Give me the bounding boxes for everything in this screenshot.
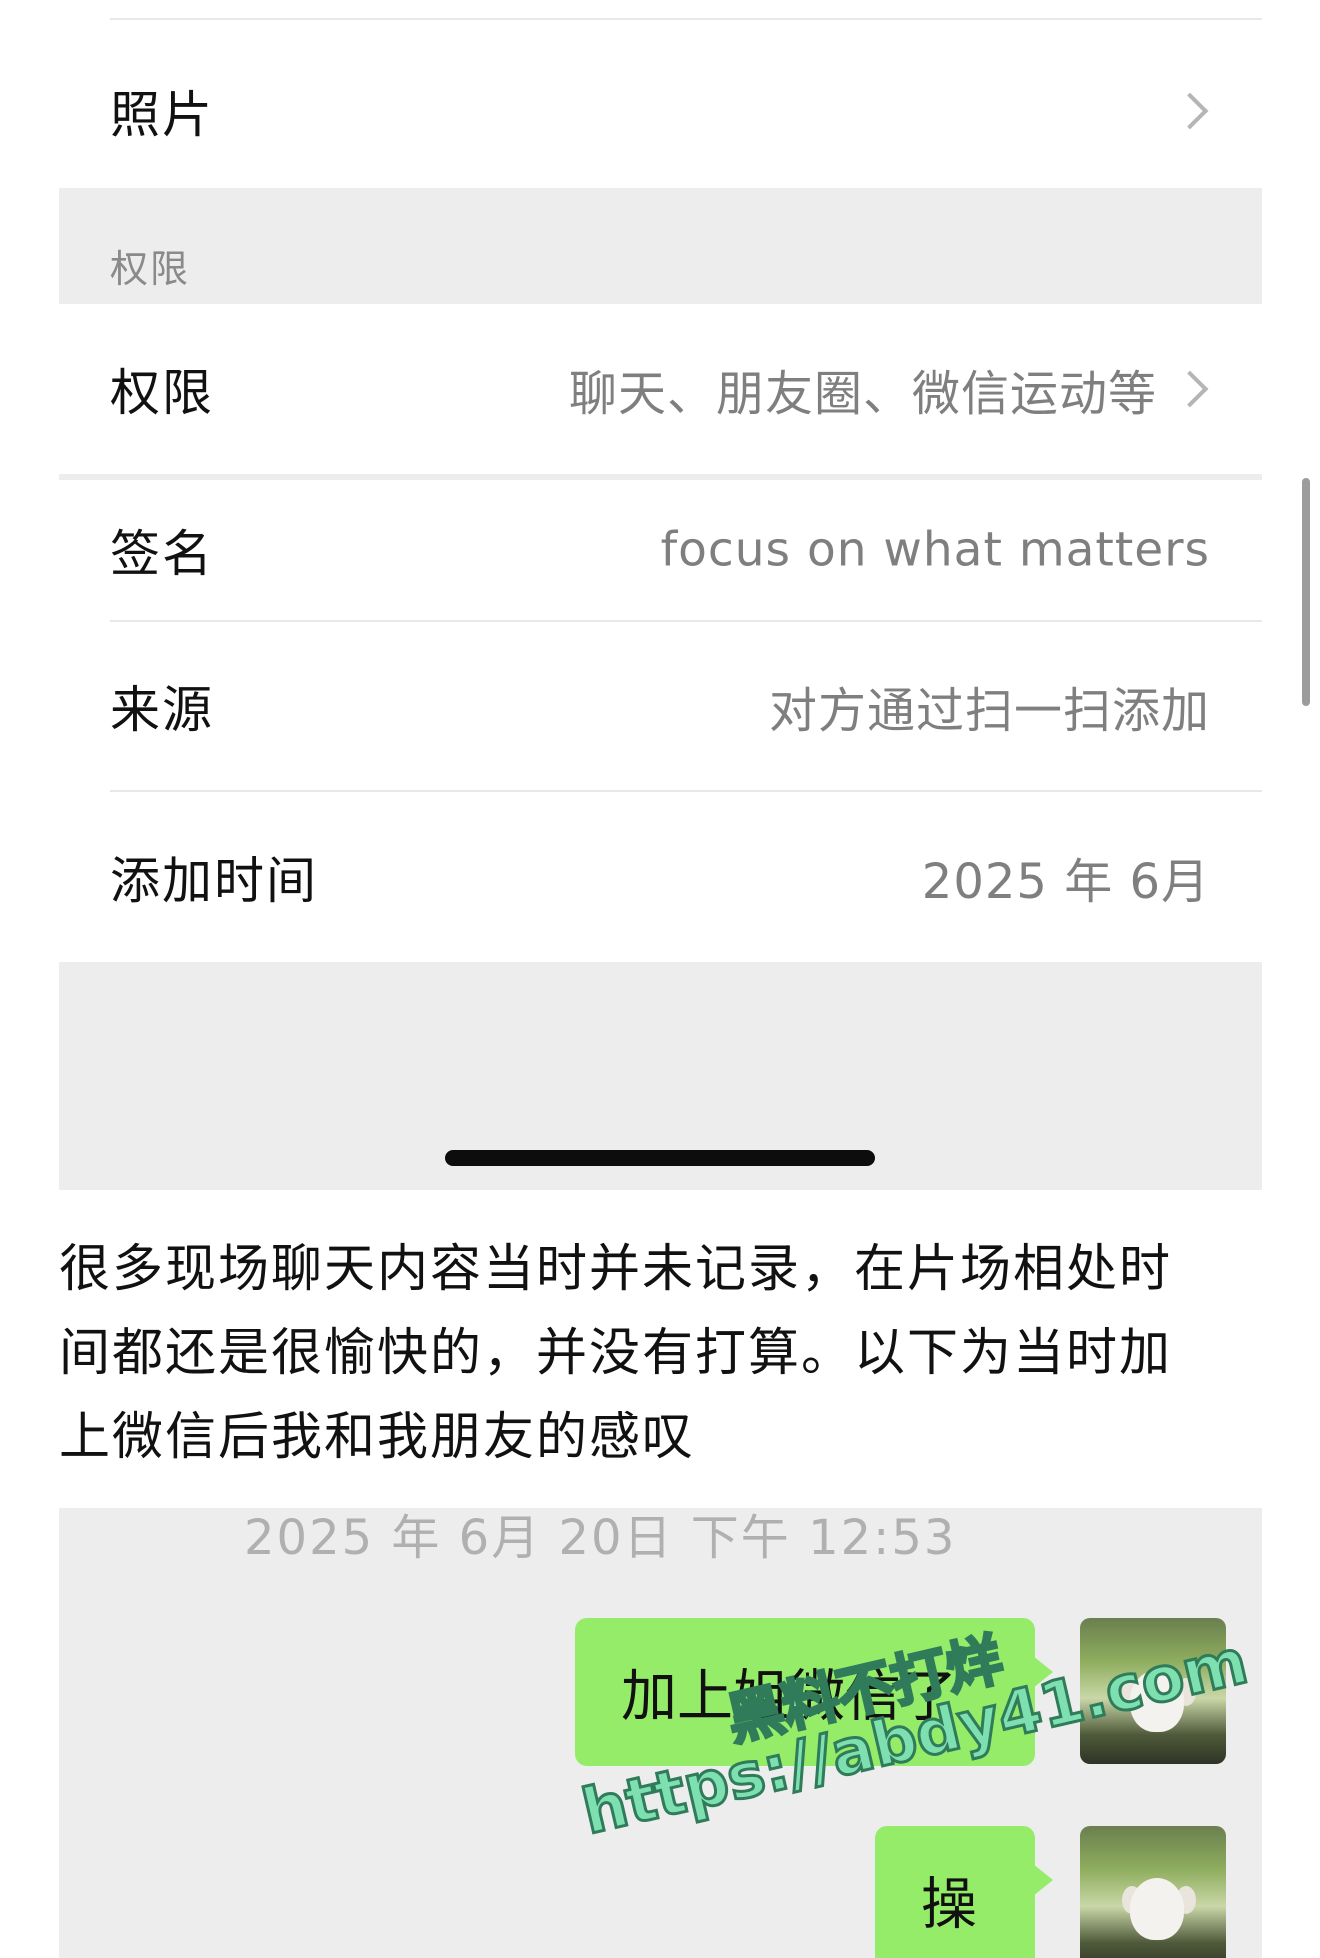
signature-row: 签名 focus on what matters: [59, 480, 1262, 620]
added-time-value: 2025 年 6月: [921, 854, 1210, 910]
added-time-label: 添加时间: [110, 852, 318, 910]
source-value: 对方通过扫一扫添加: [768, 683, 1210, 739]
message-text: 操: [921, 1872, 977, 1938]
signature-value: focus on what matters: [660, 522, 1210, 578]
source-label: 来源: [110, 681, 214, 739]
top-divider: [110, 18, 1262, 20]
home-indicator: [445, 1150, 875, 1166]
source-row: 来源 对方通过扫一扫添加: [59, 622, 1262, 790]
permission-value: 聊天、朋友圈、微信运动等: [568, 366, 1157, 422]
signature-label: 签名: [110, 525, 214, 583]
scrollbar[interactable]: [1302, 478, 1310, 706]
avatar[interactable]: [1080, 1826, 1226, 1958]
caption-line: 很多现场聊天内容当时并未记录，在片场相处时: [59, 1240, 1173, 1299]
chat-timestamp: 2025 年 6月 20日 下午 12:53: [244, 1510, 957, 1566]
caption-line: 上微信后我和我朋友的感叹: [59, 1408, 696, 1467]
message-bubble[interactable]: 操: [875, 1826, 1053, 1958]
permission-section-title: 权限: [110, 247, 191, 291]
permission-row[interactable]: 权限 聊天、朋友圈、微信运动等: [59, 304, 1262, 474]
photos-row[interactable]: 照片: [59, 36, 1262, 186]
permission-section-header: [59, 188, 1262, 304]
chevron-right-icon: [1171, 92, 1209, 130]
chevron-right-icon: [1171, 370, 1209, 408]
permission-label: 权限: [110, 364, 214, 422]
caption-line: 间都还是很愉快的，并没有打算。以下为当时加: [59, 1324, 1173, 1383]
photos-label: 照片: [110, 86, 214, 144]
caption-paragraph: 很多现场聊天内容当时并未记录，在片场相处时 间都还是很愉快的，并没有打算。以下为…: [59, 1228, 1259, 1480]
added-time-row: 添加时间 2025 年 6月: [59, 792, 1262, 962]
